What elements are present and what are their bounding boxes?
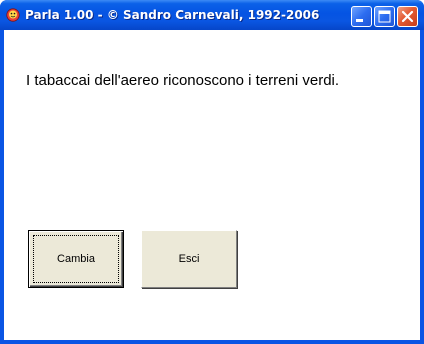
esci-button[interactable]: Esci: [141, 230, 237, 288]
app-face-icon[interactable]: [6, 8, 20, 22]
maximize-icon: [378, 10, 391, 23]
cambia-button-label: Cambia: [57, 253, 95, 265]
window-title: Parla 1.00 - © Sandro Carnevali, 1992-20…: [25, 8, 320, 22]
close-icon: [401, 10, 414, 23]
client-area: I tabaccai dell'aereo riconoscono i terr…: [4, 30, 420, 340]
sentence-text: I tabaccai dell'aereo riconoscono i terr…: [26, 72, 340, 89]
cambia-button[interactable]: Cambia: [28, 230, 124, 288]
maximize-button[interactable]: [374, 6, 395, 27]
minimize-icon: [356, 19, 363, 22]
close-button[interactable]: [397, 6, 418, 27]
title-bar[interactable]: Parla 1.00 - © Sandro Carnevali, 1992-20…: [0, 0, 424, 30]
app-window: Parla 1.00 - © Sandro Carnevali, 1992-20…: [0, 0, 424, 344]
minimize-button[interactable]: [351, 6, 372, 27]
esci-button-label: Esci: [178, 253, 200, 265]
